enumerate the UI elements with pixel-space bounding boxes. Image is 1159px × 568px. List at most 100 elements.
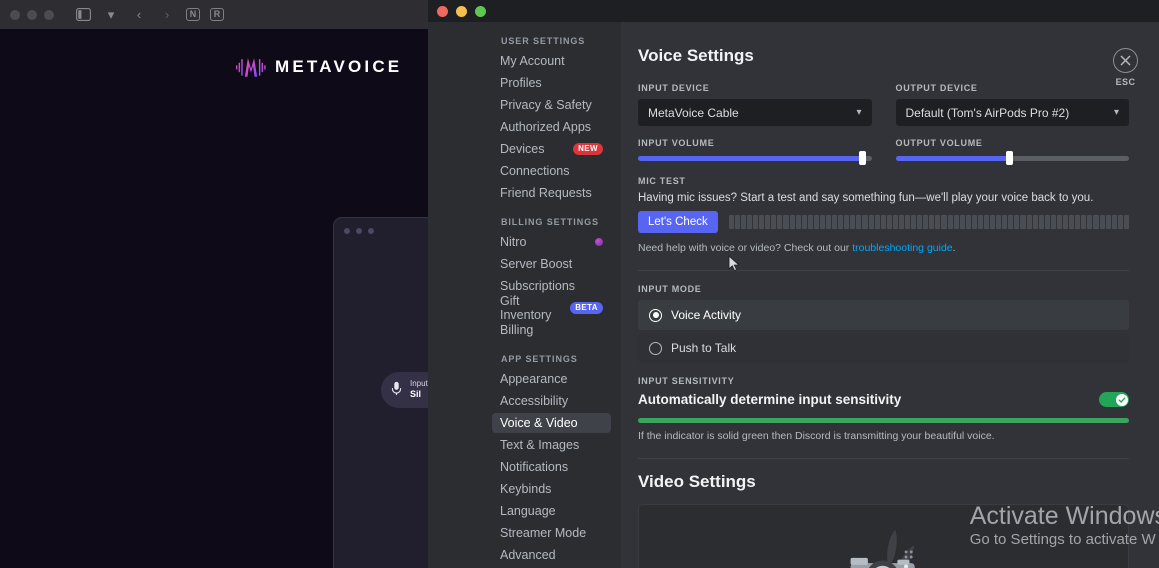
input-device-group: INPUT DEVICE MetaVoice Cable ▾: [638, 83, 872, 126]
sidebar-item-subscriptions[interactable]: Subscriptions: [492, 276, 611, 296]
sidebar-item-my-account[interactable]: My Account: [492, 51, 611, 71]
sidebar-item-profiles[interactable]: Profiles: [492, 73, 611, 93]
sidebar-item-label: Profiles: [500, 76, 542, 90]
mic-level-tick: [1063, 215, 1069, 229]
mic-level-tick: [947, 215, 953, 229]
sidebar-item-label: Billing: [500, 323, 534, 337]
radio-unchecked-icon: [649, 341, 662, 355]
mic-level-tick: [1075, 215, 1081, 229]
output-volume-knob[interactable]: [1006, 151, 1014, 165]
mic-level-tick: [941, 215, 947, 229]
back-icon[interactable]: ‹: [130, 6, 148, 24]
mic-level-tick: [923, 215, 929, 229]
browser-window-controls[interactable]: [10, 9, 54, 20]
mic-level-tick: [953, 215, 959, 229]
status-badge: BETA: [570, 301, 603, 315]
input-mode-option-voice-activity[interactable]: Voice Activity: [638, 300, 1129, 330]
input-mode-option-push-to-talk[interactable]: Push to Talk: [638, 333, 1129, 363]
notion-extension-icon[interactable]: N: [186, 8, 200, 21]
microphone-icon: [391, 381, 402, 400]
discord-minimize-button[interactable]: [456, 5, 467, 17]
mic-level-tick: [728, 215, 734, 229]
sidebar-item-friend-requests[interactable]: Friend Requests: [492, 183, 611, 203]
app-card-window-controls: [334, 218, 428, 234]
metavoice-waveform-icon: [236, 58, 266, 77]
forward-icon[interactable]: ›: [158, 6, 176, 24]
lets-check-button[interactable]: Let's Check: [638, 211, 718, 233]
mic-help-text: Need help with voice or video? Check out…: [638, 242, 1129, 254]
app-card-mic-line2: Sil: [410, 389, 422, 400]
input-volume-knob[interactable]: [858, 151, 866, 165]
screen-root: ▾ ‹ › N R METAVOICE Input Sil USER SETTI…: [0, 0, 1159, 568]
browser-maximize-dot[interactable]: [44, 9, 54, 20]
sidebar-item-notifications[interactable]: Notifications: [492, 457, 611, 477]
sidebar-item-accessibility[interactable]: Accessibility: [492, 391, 611, 411]
sidebar-item-voice-video[interactable]: Voice & Video: [492, 413, 611, 433]
input-device-select[interactable]: MetaVoice Cable ▾: [638, 99, 872, 126]
mic-level-tick: [886, 215, 892, 229]
mic-level-tick: [1093, 215, 1099, 229]
sidebar-toggle-icon[interactable]: [74, 6, 92, 24]
app-card-dot-1: [344, 228, 350, 234]
sidebar-item-appearance[interactable]: Appearance: [492, 369, 611, 389]
mic-level-tick: [740, 215, 746, 229]
toggle-knob: [1115, 393, 1128, 406]
input-mode-option-label: Push to Talk: [671, 341, 737, 355]
video-settings-title: Video Settings: [638, 472, 756, 491]
input-volume-slider[interactable]: [638, 151, 872, 165]
volume-row: INPUT VOLUME OUTPUT VOLUME: [638, 138, 1129, 165]
output-device-group: OUTPUT DEVICE Default (Tom's AirPods Pro…: [895, 83, 1129, 126]
sidebar-item-connections[interactable]: Connections: [492, 161, 611, 181]
auto-sensitivity-toggle[interactable]: [1099, 392, 1129, 407]
sidebar-item-label: Nitro: [500, 235, 527, 249]
mic-level-tick: [1038, 215, 1044, 229]
mic-level-tick: [862, 215, 868, 229]
sidebar-item-billing[interactable]: Billing: [492, 320, 611, 340]
mic-level-tick: [1050, 215, 1056, 229]
input-volume-group: INPUT VOLUME: [638, 138, 872, 165]
close-icon[interactable]: [1113, 48, 1138, 73]
sidebar-item-label: Devices: [500, 142, 545, 156]
sidebar-item-devices[interactable]: Devices NEW: [492, 139, 611, 159]
sidebar-item-authorized-apps[interactable]: Authorized Apps: [492, 117, 611, 137]
mic-level-tick: [959, 215, 965, 229]
sidebar-item-server-boost[interactable]: Server Boost: [492, 254, 611, 274]
troubleshooting-guide-link[interactable]: troubleshooting guide: [852, 242, 952, 254]
sidebar-item-streamer-mode[interactable]: Streamer Mode: [492, 523, 611, 543]
sidebar-item-advanced[interactable]: Advanced: [492, 545, 611, 565]
reader-extension-icon[interactable]: R: [210, 8, 224, 21]
metavoice-app-card: Input Sil: [333, 217, 451, 568]
output-device-select[interactable]: Default (Tom's AirPods Pro #2) ▾: [895, 99, 1129, 126]
settings-sidebar[interactable]: USER SETTINGS My Account Profiles Privacy &…: [428, 22, 621, 568]
mic-level-tick: [1008, 215, 1014, 229]
mic-level-tick: [990, 215, 996, 229]
check-icon: [1118, 396, 1125, 403]
sidebar-item-privacy-safety[interactable]: Privacy & Safety: [492, 95, 611, 115]
sidebar-item-label: Streamer Mode: [500, 526, 587, 540]
sidebar-group-heading: BILLING SETTINGS: [501, 217, 599, 227]
mic-level-tick: [917, 215, 923, 229]
mic-level-tick: [850, 215, 856, 229]
discord-maximize-button[interactable]: [475, 5, 486, 17]
mic-level-tick: [905, 215, 911, 229]
output-volume-slider[interactable]: [895, 151, 1129, 165]
sidebar-item-keybinds[interactable]: Keybinds: [492, 479, 611, 499]
status-badge: NEW: [573, 142, 603, 156]
sidebar-item-gift-inventory[interactable]: Gift Inventory BETA: [492, 294, 611, 322]
sidebar-item-label: Server Boost: [500, 257, 573, 271]
discord-close-button[interactable]: [437, 5, 448, 17]
mic-level-tick: [746, 215, 753, 229]
sidebar-item-label: Gift Inventory: [500, 294, 552, 322]
close-settings-button[interactable]: ESC: [1113, 48, 1138, 87]
browser-minimize-dot[interactable]: [27, 9, 37, 20]
sidebar-item-nitro[interactable]: Nitro: [492, 232, 611, 252]
sidebar-item-text-images[interactable]: Text & Images: [492, 435, 611, 455]
output-volume-group: OUTPUT VOLUME: [895, 138, 1129, 165]
chevron-down-icon[interactable]: ▾: [102, 6, 120, 24]
mic-level-tick: [734, 215, 740, 229]
mic-test-label: MIC TEST: [638, 176, 686, 186]
sidebar-item-language[interactable]: Language: [492, 501, 611, 521]
mic-level-tick: [753, 215, 759, 229]
sidebar-item-label: Appearance: [500, 372, 568, 386]
browser-close-dot[interactable]: [10, 9, 20, 20]
